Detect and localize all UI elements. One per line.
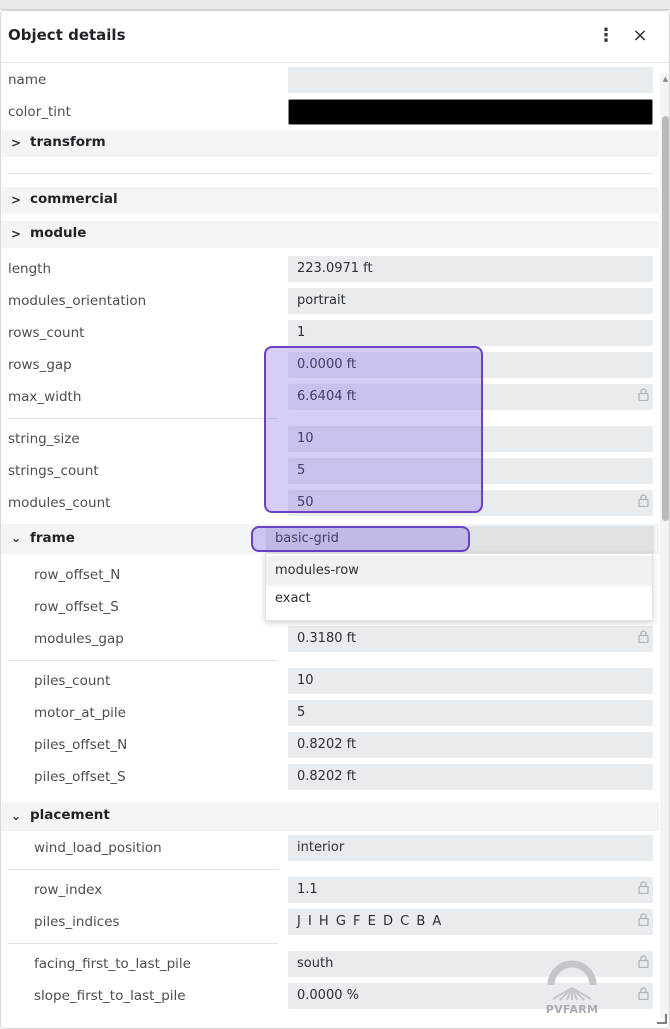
divider [8,869,278,870]
modules-gap-value: 0.3180 ft [288,626,653,652]
lock-icon [638,881,649,894]
resize-handle-icon[interactable] [655,1012,667,1024]
field-label: piles_count [34,673,111,689]
divider [8,173,653,174]
piles-count-input[interactable]: 10 [288,668,653,694]
chevron-right-icon: > [11,136,22,150]
pvfarm-logo-mark [547,960,597,1001]
chevron-right-icon: > [11,193,22,207]
field-label: piles_offset_N [34,737,128,753]
logo-text: PVFARM [545,1003,599,1016]
field-label: wind_load_position [34,840,162,856]
section-title: transform [30,134,106,150]
divider [8,943,278,944]
chevron-right-icon: > [11,227,22,241]
object-details-panel: Object details ⋮ × name color_tint > tra… [0,10,670,1029]
field-color-tint: color_tint [1,97,659,127]
field-modules-gap: modules_gap 0.3180 ft [1,624,659,654]
section-commercial[interactable]: > commercial [1,187,659,214]
field-label: row_offset_N [34,567,121,583]
field-label: row_index [34,882,103,898]
divider [8,660,278,661]
field-label: motor_at_pile [34,705,126,721]
section-transform[interactable]: > transform [1,130,659,157]
lock-icon [638,630,649,643]
field-wind-load-position: wind_load_position interior [1,833,659,863]
field-rows-count: rows_count 1 [1,318,659,348]
highlight-box-module-fields [264,346,483,513]
field-label: color_tint [8,104,71,120]
piles-offset-s-input[interactable]: 0.8202 ft [288,764,653,790]
field-modules-orientation: modules_orientation portrait [1,286,659,316]
close-icon[interactable]: × [631,25,649,47]
field-label: slope_first_to_last_pile [34,988,186,1004]
highlight-box-frame-select [251,526,470,552]
field-label: modules_gap [34,631,124,647]
piles-indices-value: J I H G F E D C B A [288,909,653,935]
panel-header: Object details ⋮ × [1,11,669,63]
field-label: max_width [8,389,82,405]
modules-orientation-select[interactable]: portrait [288,288,653,314]
field-piles-indices: piles_indices J I H G F E D C B A [1,907,659,937]
field-row-index: row_index 1.1 [1,875,659,905]
section-title: commercial [30,191,118,207]
lock-icon [638,494,649,507]
background-strip [0,0,670,10]
frame-type-dropdown: modules-row exact [265,553,653,621]
chevron-down-icon: ⌄ [11,809,22,823]
field-label: modules_count [8,495,111,511]
field-label: strings_count [8,463,99,479]
field-motor-at-pile: motor_at_pile 5 [1,698,659,728]
section-module[interactable]: > module [1,221,659,248]
piles-offset-n-input[interactable]: 0.8202 ft [288,732,653,758]
color-swatch[interactable] [288,99,653,125]
field-label: rows_gap [8,357,72,373]
field-label: piles_indices [34,914,120,930]
scrollbar-thumb[interactable] [662,116,669,521]
chevron-down-icon: ⌄ [11,531,22,545]
scroll-up-arrow-icon[interactable]: ▲ [661,75,669,84]
name-input[interactable] [288,67,653,93]
section-title: module [30,225,87,241]
lock-icon [638,987,649,1000]
dropdown-option-modules-row[interactable]: modules-row [266,556,652,586]
field-piles-count: piles_count 10 [1,666,659,696]
wind-load-position-select[interactable]: interior [288,835,653,861]
section-title: frame [30,530,75,546]
dropdown-option-exact[interactable]: exact [266,584,652,614]
motor-at-pile-input[interactable]: 5 [288,700,653,726]
field-label: piles_offset_S [34,769,126,785]
row-index-value: 1.1 [288,877,653,903]
divider [8,418,278,419]
panel-title: Object details [8,26,126,44]
rows-count-input[interactable]: 1 [288,320,653,346]
field-label: modules_orientation [8,293,147,309]
field-piles-offset-s: piles_offset_S 0.8202 ft [1,762,659,792]
length-input[interactable]: 223.0971 ft [288,256,653,282]
field-label: string_size [8,431,80,447]
lock-icon [638,388,649,401]
field-piles-offset-n: piles_offset_N 0.8202 ft [1,730,659,760]
field-label: length [8,261,52,277]
field-name: name [1,65,659,95]
field-label: facing_first_to_last_pile [34,956,191,972]
pvfarm-logo: PVFARM [543,955,601,1017]
lock-icon [638,955,649,968]
field-label: name [8,72,47,88]
section-placement[interactable]: ⌄ placement [1,802,659,831]
section-title: placement [30,807,110,823]
field-label: row_offset_S [34,599,119,615]
lock-icon [638,913,649,926]
more-options-icon[interactable]: ⋮ [597,25,615,47]
field-label: rows_count [8,325,85,341]
field-length: length 223.0971 ft [1,254,659,284]
